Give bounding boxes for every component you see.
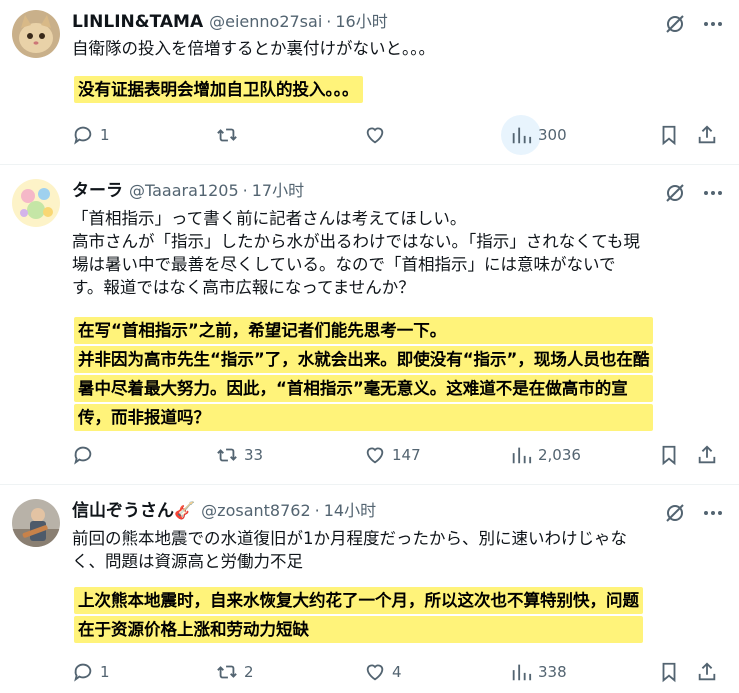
avatar[interactable] <box>12 179 60 227</box>
text-line: す。報道ではなく高市広報になってませんか？ <box>72 278 415 297</box>
tweet-header: LINLIN&TAMA @eienno27sai · 16小时 <box>72 10 388 34</box>
views-count: 300 <box>538 126 567 144</box>
tweet-text: 「首相指示」って書く前に記者さんは考えてほしい。 高市さんが「指示」したから水が… <box>72 207 722 299</box>
separator-dot: · <box>314 501 320 520</box>
action-bar: 33 147 2,036 <box>60 438 730 472</box>
tweet-header: ターラ @Taaara1205 · 17小时 <box>72 179 304 203</box>
tweet-header: 信山ぞうさん🎸 @zosant8762 · 14小时 <box>72 499 376 523</box>
like-icon <box>366 447 384 464</box>
reply-button[interactable]: 1 <box>72 655 110 689</box>
avatar[interactable] <box>12 10 60 58</box>
retweet-count: 2 <box>244 663 254 681</box>
bookmark-icon <box>662 662 676 683</box>
bookmark-button[interactable] <box>658 118 680 152</box>
translation-highlight: 上次熊本地震时，自来水恢复大约花了一个月，所以这次也不算特别快，问题 在于资源价… <box>66 585 651 645</box>
like-button[interactable] <box>364 118 392 152</box>
text-line: 自衛隊の投入を倍増するとか裏付けがないと。。。 <box>72 39 435 58</box>
share-icon <box>698 445 716 464</box>
views-button[interactable]: 300 <box>501 115 567 155</box>
mute-icon[interactable] <box>663 181 687 205</box>
translation-line: 没有证据表明会增加自卫队的投入。。。 <box>74 76 363 103</box>
tweet[interactable]: 信山ぞうさん🎸 @zosant8762 · 14小时 前回の熊本地震での水道復旧が1か… <box>0 485 739 693</box>
retweet-button[interactable]: 33 <box>216 438 263 472</box>
views-icon <box>512 447 532 464</box>
translation-highlight: 在写“首相指示”之前，希望记者们能先思考一下。 并非因为高市先生“指示”了，水就… <box>66 315 661 433</box>
timestamp[interactable]: 16小时 <box>335 12 387 31</box>
translation-line: 并非因为高市先生“指示”了，水就会出来。即使没有“指示”，现场人员也在酷 <box>74 346 654 373</box>
retweet-button[interactable]: 2 <box>216 655 254 689</box>
bookmark-button[interactable] <box>658 438 680 472</box>
retweet-button[interactable] <box>216 118 244 152</box>
translation-line: 在于资源价格上涨和劳动力短缺 <box>74 616 643 643</box>
reply-icon <box>74 126 92 145</box>
tweet[interactable]: ターラ @Taaara1205 · 17小时 「首相指示」って書く前に記者さんは考えて… <box>0 165 739 485</box>
translation-line: 在写“首相指示”之前，希望记者们能先思考一下。 <box>74 317 654 344</box>
reply-icon <box>74 663 92 682</box>
like-icon <box>366 664 384 681</box>
like-count: 4 <box>392 663 402 681</box>
avatar[interactable] <box>12 499 60 547</box>
reply-count: 1 <box>100 126 110 144</box>
share-icon <box>698 125 716 144</box>
like-button[interactable]: 4 <box>364 655 402 689</box>
translation-line: 上次熊本地震时，自来水恢复大约花了一个月，所以这次也不算特别快，问题 <box>74 587 643 614</box>
retweet-icon <box>217 665 237 679</box>
more-icon[interactable] <box>701 501 725 525</box>
bookmark-icon <box>662 125 676 146</box>
timestamp[interactable]: 14小时 <box>324 501 376 520</box>
reply-button[interactable] <box>72 438 100 472</box>
like-count: 147 <box>392 446 421 464</box>
bookmark-icon <box>662 445 676 466</box>
retweet-icon <box>217 128 237 142</box>
display-name[interactable]: 信山ぞうさん🎸 <box>72 501 195 521</box>
handle[interactable]: @Taaara1205 <box>129 181 239 200</box>
share-button[interactable] <box>696 438 718 472</box>
reply-count: 1 <box>100 663 110 681</box>
more-icon[interactable] <box>701 181 725 205</box>
text-line: 場は暑い中で最善を尽くしている。なので「首相指示」には意味がないで <box>72 255 616 274</box>
share-icon <box>698 662 716 681</box>
retweet-count: 33 <box>244 446 264 464</box>
text-line: 前回の熊本地震での水道復旧が1か月程度だったから、別に速いわけじゃな <box>72 529 627 548</box>
retweet-icon <box>217 448 237 462</box>
translation-line: 传，而非报道吗？ <box>74 404 654 431</box>
text-line: 高市さんが「指示」したから水が出るわけではない。「指示」されなくても現 <box>72 232 640 251</box>
display-name[interactable]: LINLIN&TAMA <box>72 12 203 32</box>
views-count: 2,036 <box>538 446 581 464</box>
views-icon <box>512 664 532 681</box>
views-count: 338 <box>538 663 567 681</box>
reply-icon <box>74 446 92 465</box>
translation-line: 暑中尽着最大努力。因此，“首相指示”毫无意义。这难道不是在做高市的宣 <box>74 375 654 402</box>
like-button[interactable]: 147 <box>364 438 421 472</box>
handle[interactable]: @eienno27sai <box>209 12 322 31</box>
separator-dot: · <box>242 181 248 200</box>
views-icon <box>512 127 532 144</box>
timestamp[interactable]: 17小时 <box>252 181 304 200</box>
translation-highlight: 没有证据表明会增加自卫队的投入。。。 <box>66 74 371 105</box>
bookmark-button[interactable] <box>658 655 680 689</box>
share-button[interactable] <box>696 655 718 689</box>
tweet-text: 前回の熊本地震での水道復旧が1か月程度だったから、別に速いわけじゃな く、問題は… <box>72 527 722 573</box>
reply-button[interactable]: 1 <box>72 118 110 152</box>
action-bar: 1 2 4 338 <box>60 655 730 689</box>
tweet-text: 自衛隊の投入を倍増するとか裏付けがないと。。。 <box>72 37 722 60</box>
action-bar: 1 300 <box>60 115 730 155</box>
text-line: く、問題は資源高と労働力不足 <box>72 552 303 571</box>
more-icon[interactable] <box>701 12 725 36</box>
like-icon <box>366 127 384 144</box>
mute-icon[interactable] <box>663 12 687 36</box>
mute-icon[interactable] <box>663 501 687 525</box>
share-button[interactable] <box>696 118 718 152</box>
handle[interactable]: @zosant8762 <box>201 501 310 520</box>
display-name[interactable]: ターラ <box>72 181 123 201</box>
views-button[interactable]: 338 <box>510 655 567 689</box>
views-button[interactable]: 2,036 <box>510 438 581 472</box>
text-line: 「首相指示」って書く前に記者さんは考えてほしい。 <box>72 209 467 228</box>
tweet[interactable]: LINLIN&TAMA @eienno27sai · 16小时 自衛隊の投入を倍増する… <box>0 0 739 165</box>
separator-dot: · <box>326 12 332 31</box>
